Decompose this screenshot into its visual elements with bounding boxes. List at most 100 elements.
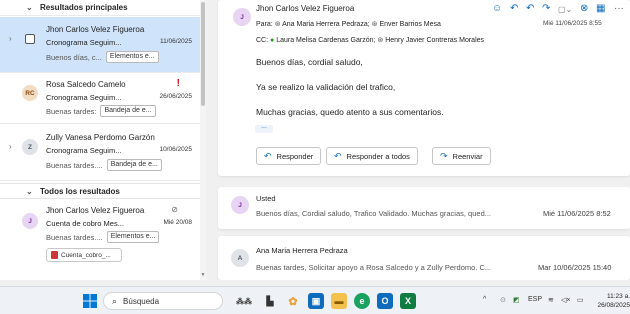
outlook-icon[interactable]: O bbox=[377, 293, 393, 309]
mail-preview: Buenas tardes.... bbox=[46, 160, 103, 170]
language-indicator[interactable]: ESP bbox=[528, 296, 542, 303]
reply-button[interactable]: ↶ Responder bbox=[256, 147, 322, 165]
grid-icon[interactable]: ▦ bbox=[596, 3, 605, 14]
contact-icon: ⊛ bbox=[371, 21, 378, 28]
available-status-icon: ● bbox=[270, 37, 275, 44]
folder-tag[interactable]: Elementos e... bbox=[105, 51, 159, 63]
avatar: A bbox=[231, 249, 249, 267]
forward-icon: ↷ bbox=[440, 150, 448, 161]
section-header-all-results[interactable]: ⌄ Todos los resultados bbox=[0, 183, 200, 199]
clock-time: 11:23 a. bbox=[606, 293, 630, 300]
sender-name: Ana Maria Herrera Pedraza bbox=[256, 246, 348, 255]
chevron-right-icon[interactable]: › bbox=[9, 142, 12, 151]
apps-icon[interactable]: ▢⌄ bbox=[558, 5, 572, 14]
avatar: J bbox=[233, 8, 251, 26]
recipient[interactable]: Enver Barrios Mesa bbox=[379, 21, 440, 28]
section-title: Todos los resultados bbox=[40, 186, 120, 196]
volume-icon[interactable]: ◁× bbox=[561, 296, 570, 304]
mail-date: 10/06/2025 bbox=[159, 146, 192, 153]
battery-icon[interactable]: ▭ bbox=[577, 296, 584, 304]
avatar: J bbox=[22, 213, 38, 229]
search-results-pane: ⌄ Resultados principales › Jhon Carlos V… bbox=[0, 0, 206, 280]
reply-icon[interactable]: ↶ bbox=[510, 3, 518, 14]
file-explorer-icon[interactable]: ▬ bbox=[331, 293, 347, 309]
mail-subject: Cronograma Seguim... bbox=[46, 93, 122, 102]
taskbar-search[interactable]: ⌕ Búsqueda bbox=[103, 292, 223, 310]
more-icon[interactable]: ··· bbox=[614, 3, 624, 14]
store-icon[interactable]: ▣ bbox=[308, 293, 324, 309]
sender-name: Jhon Carlos Velez Figueroa bbox=[256, 4, 355, 13]
edge-icon[interactable]: e bbox=[354, 293, 370, 309]
reading-pane: J Jhon Carlos Velez Figueroa ☺ ↶ ↶ ↷ ▢⌄ … bbox=[212, 0, 630, 280]
avatar: Z bbox=[22, 139, 38, 155]
folder-tag[interactable]: Bandeja de e... bbox=[106, 159, 162, 171]
thread-message[interactable]: J Usted Buenos días, Cordial saludo, Tra… bbox=[218, 187, 630, 229]
chevron-right-icon[interactable]: › bbox=[9, 34, 12, 43]
cc-label: CC: bbox=[256, 37, 269, 44]
show-trimmed-content-button[interactable]: ... bbox=[255, 123, 273, 133]
taskbar: ⌕ Búsqueda ⁂⁂ ▙ ✿ ▣ ▬ e O X ^ ⊙ ◩ ESP ≋ … bbox=[0, 286, 630, 314]
mail-preview: Buenas tardes: bbox=[46, 106, 97, 116]
mail-date: 26/06/2025 bbox=[159, 93, 192, 100]
important-flag-icon: ! bbox=[176, 78, 180, 89]
excel-icon[interactable]: X bbox=[400, 293, 416, 309]
settings-icon[interactable]: ⊗ bbox=[580, 3, 588, 14]
forward-icon[interactable]: ↷ bbox=[542, 3, 550, 14]
list-item[interactable]: J Jhon Carlos Velez Figueroa ⊘ Cuenta de… bbox=[0, 200, 200, 280]
reply-all-icon[interactable]: ↶ bbox=[526, 3, 534, 14]
message-preview: Buenas tardes, Solicitar apoyo a Rosa Sa… bbox=[256, 263, 492, 272]
widgets-icon[interactable]: ⁂⁂ bbox=[229, 293, 259, 309]
body-line: Buenos días, cordial saludo, bbox=[256, 57, 363, 67]
list-item[interactable]: RC Rosa Salcedo Camelo ! Cronograma Segu… bbox=[0, 74, 200, 124]
list-item[interactable]: › Jhon Carlos Velez Figueroa Cronograma … bbox=[0, 17, 200, 73]
scrollbar-thumb[interactable] bbox=[201, 2, 205, 106]
attachment-chip[interactable]: Cuenta_cobro_... bbox=[46, 248, 122, 262]
search-icon: ⌕ bbox=[112, 295, 118, 306]
message-preview: Buenos días, Cordial saludo, Trafico Val… bbox=[256, 209, 491, 218]
mail-preview: Buenos días, c... bbox=[46, 52, 102, 62]
message-card: J Jhon Carlos Velez Figueroa ☺ ↶ ↶ ↷ ▢⌄ … bbox=[218, 0, 630, 176]
reply-icon: ↶ bbox=[264, 150, 272, 161]
body-line: Ya se realizo la validación del trafico, bbox=[256, 82, 396, 92]
mail-subject: Cuenta de cobro Mes... bbox=[46, 219, 124, 228]
body-line: Muchas gracias, quedo atento a sus comen… bbox=[256, 107, 444, 117]
mail-subject: Cronograma Seguim... bbox=[46, 38, 122, 47]
copilot-icon[interactable]: ✿ bbox=[285, 293, 301, 309]
section-title: Resultados principales bbox=[40, 3, 128, 12]
sender-name: Zully Vanesa Perdomo Garzón bbox=[46, 133, 155, 142]
list-item[interactable]: › Z Zully Vanesa Perdomo Garzón Cronogra… bbox=[0, 125, 200, 181]
select-checkbox[interactable] bbox=[25, 34, 35, 44]
mail-preview: Buenas tardes.... bbox=[46, 232, 103, 242]
scroll-down-arrow-icon[interactable]: ▼ bbox=[200, 272, 206, 278]
clock[interactable]: 11:23 a. 26/08/2025 bbox=[597, 292, 630, 310]
recipient[interactable]: Ana Maria Herrera Pedraza; bbox=[282, 21, 370, 28]
avatar: RC bbox=[22, 85, 38, 101]
app-tray-icon[interactable]: ◩ bbox=[513, 296, 520, 304]
message-date: Mié 11/06/2025 8:52 bbox=[543, 209, 611, 218]
pdf-icon bbox=[51, 251, 58, 259]
section-header-top-results[interactable]: ⌄ Resultados principales bbox=[0, 0, 200, 16]
sender-name: Rosa Salcedo Camelo bbox=[46, 80, 126, 89]
thread-message[interactable]: A Ana Maria Herrera Pedraza Buenas tarde… bbox=[218, 236, 630, 280]
folder-tag[interactable]: Bandeja de e... bbox=[100, 105, 156, 117]
forward-button[interactable]: ↷ Reenviar bbox=[432, 147, 491, 165]
chevron-down-icon: ⌄ bbox=[26, 186, 33, 196]
reply-all-button[interactable]: ↶ Responder a todos bbox=[326, 147, 418, 165]
windows-start-icon[interactable] bbox=[82, 293, 98, 309]
recipient[interactable]: Laura Melisa Cardenas Garzón; bbox=[276, 37, 375, 44]
folder-tag[interactable]: Elementos e... bbox=[106, 231, 160, 243]
to-label: Para: bbox=[256, 21, 273, 28]
list-scrollbar[interactable]: ▼ bbox=[200, 0, 206, 280]
contact-icon: ⊛ bbox=[377, 37, 384, 44]
wifi-icon[interactable]: ≋ bbox=[548, 296, 554, 304]
emoji-icon[interactable]: ☺ bbox=[492, 3, 502, 14]
recipient[interactable]: Henry Javier Contreras Morales bbox=[385, 37, 484, 44]
message-date: Mié 11/06/2025 8:55 bbox=[543, 20, 602, 27]
mail-date: Mié 20/08 bbox=[163, 219, 192, 226]
security-icon[interactable]: ⊙ bbox=[500, 296, 506, 304]
show-hidden-icons-icon[interactable]: ^ bbox=[483, 296, 486, 303]
task-view-icon[interactable]: ▙ bbox=[262, 293, 278, 309]
sender-name: Jhon Carlos Velez Figueroa bbox=[46, 206, 145, 215]
mail-date: 11/06/2025 bbox=[159, 38, 192, 45]
message-date: Mar 10/06/2025 15:40 bbox=[538, 263, 612, 272]
